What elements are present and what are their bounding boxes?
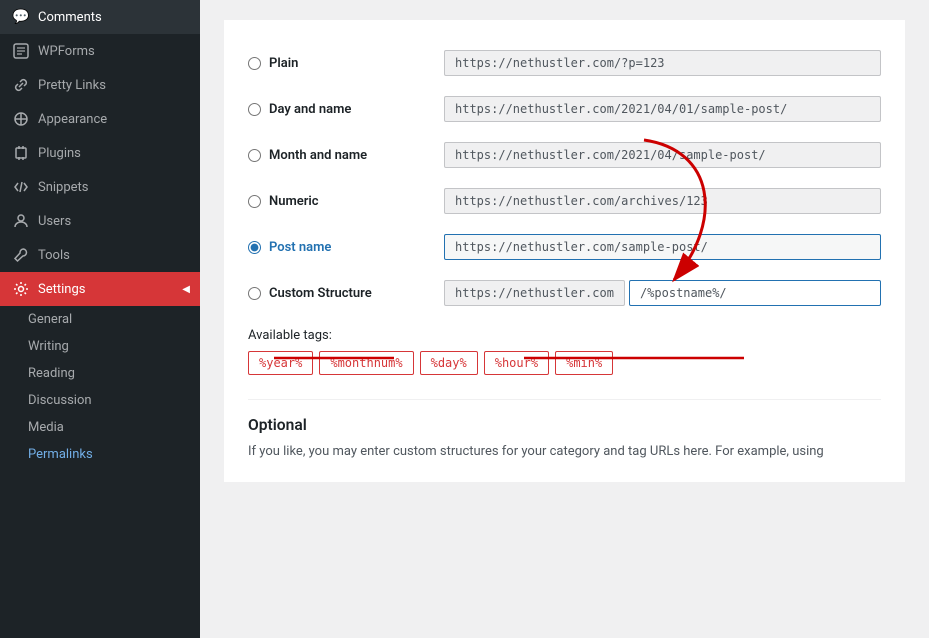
sidebar-item-label: Snippets [38,180,89,195]
tools-icon [12,246,30,264]
comments-icon: 💬 [12,8,30,26]
optional-section: Optional If you like, you may enter cust… [248,399,881,462]
settings-arrow: ◀ [182,284,190,295]
sidebar-item-pretty-links[interactable]: Pretty Links [0,68,200,102]
tag-min[interactable]: %min% [555,351,613,375]
sidebar-item-comments[interactable]: 💬 Comments [0,0,200,34]
permalink-url-month-name: https://nethustler.com/2021/04/sample-po… [444,142,881,168]
radio-custom[interactable] [248,287,261,300]
sidebar-item-users[interactable]: Users [0,204,200,238]
pretty-links-icon [12,76,30,94]
tags-list: %year% %monthnum% %day% %hour% %min% [248,351,881,375]
permalink-url-numeric: https://nethustler.com/archives/123 [444,188,881,214]
permalink-label-post-name[interactable]: Post name [248,240,428,255]
radio-post-name[interactable] [248,241,261,254]
sidebar-item-label: Tools [38,248,70,263]
sidebar-item-label: Settings [38,282,85,297]
sidebar-item-wpforms[interactable]: WPForms [0,34,200,68]
permalink-label-numeric[interactable]: Numeric [248,194,428,209]
submenu-item-writing[interactable]: Writing [0,333,200,360]
permalink-row-day-name: Day and name https://nethustler.com/2021… [248,86,881,132]
custom-url-parts: https://nethustler.com [444,280,881,306]
custom-structure-label[interactable]: Custom Structure [248,286,428,301]
plugins-icon [12,144,30,162]
sidebar-item-label: Pretty Links [38,78,106,93]
optional-title: Optional [248,416,881,434]
tag-hour[interactable]: %hour% [484,351,549,375]
sidebar-item-settings[interactable]: Settings ◀ [0,272,200,306]
submenu-item-general[interactable]: General [0,306,200,333]
permalink-row-post-name: Post name https://nethustler.com/sample-… [248,224,881,270]
permalink-row-month-name: Month and name https://nethustler.com/20… [248,132,881,178]
submenu-label: Discussion [28,393,92,408]
permalink-url-post-name: https://nethustler.com/sample-post/ [444,234,881,260]
permalink-row-plain: Plain https://nethustler.com/?p=123 [248,40,881,86]
custom-structure-input[interactable] [629,280,881,306]
submenu-item-media[interactable]: Media [0,414,200,441]
appearance-icon [12,110,30,128]
main-content: Plain https://nethustler.com/?p=123 Day … [200,0,929,638]
available-tags-section: Available tags: %year% %monthnum% %day% … [248,328,881,375]
submenu-label: Reading [28,366,75,381]
sidebar-item-label: Plugins [38,146,81,161]
optional-description: If you like, you may enter custom struct… [248,442,881,462]
submenu-label: Writing [28,339,69,354]
sidebar-item-label: Comments [38,10,102,25]
users-icon [12,212,30,230]
permalink-label-plain[interactable]: Plain [248,56,428,71]
submenu-label: Media [28,420,64,435]
sidebar-item-plugins[interactable]: Plugins [0,136,200,170]
submenu-label: General [28,312,72,327]
sidebar-item-snippets[interactable]: Snippets [0,170,200,204]
available-tags-label: Available tags: [248,328,881,343]
submenu-item-reading[interactable]: Reading [0,360,200,387]
sidebar-item-appearance[interactable]: Appearance [0,102,200,136]
sidebar-item-label: WPForms [38,44,95,59]
permalink-url-plain: https://nethustler.com/?p=123 [444,50,881,76]
radio-month-name[interactable] [248,149,261,162]
permalink-row-numeric: Numeric https://nethustler.com/archives/… [248,178,881,224]
tag-day[interactable]: %day% [420,351,478,375]
tag-year[interactable]: %year% [248,351,313,375]
sidebar: 💬 Comments WPForms Pretty Links Appearan… [0,0,200,638]
permalink-label-day-name[interactable]: Day and name [248,102,428,117]
content-wrap: Plain https://nethustler.com/?p=123 Day … [224,20,905,482]
sidebar-item-tools[interactable]: Tools [0,238,200,272]
snippets-icon [12,178,30,196]
settings-icon [12,280,30,298]
submenu-label: Permalinks [28,447,93,462]
radio-day-name[interactable] [248,103,261,116]
custom-structure-row: Custom Structure https://nethustler.com [248,270,881,316]
permalink-label-month-name[interactable]: Month and name [248,148,428,163]
submenu-item-permalinks[interactable]: Permalinks [0,441,200,468]
sidebar-item-label: Users [38,214,71,229]
radio-numeric[interactable] [248,195,261,208]
tag-monthnum[interactable]: %monthnum% [319,351,413,375]
custom-base-url: https://nethustler.com [444,280,625,306]
permalink-url-day-name: https://nethustler.com/2021/04/01/sample… [444,96,881,122]
submenu-item-discussion[interactable]: Discussion [0,387,200,414]
sidebar-item-label: Appearance [38,112,107,127]
radio-plain[interactable] [248,57,261,70]
wpforms-icon [12,42,30,60]
